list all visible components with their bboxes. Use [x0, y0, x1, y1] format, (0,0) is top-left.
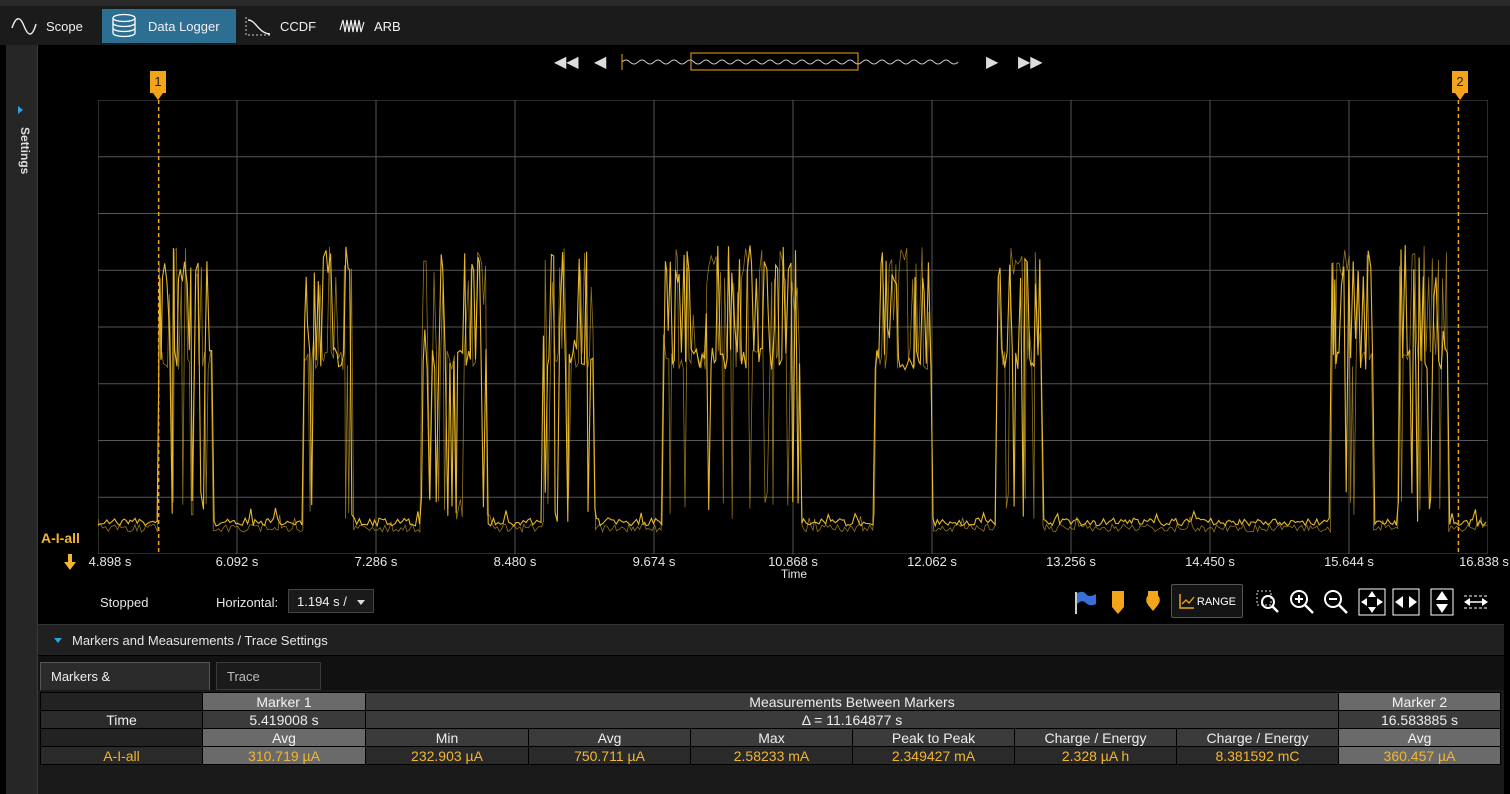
- delta-time: Δ = 11.164877 s: [365, 710, 1339, 729]
- tab-label: CCDF: [280, 18, 317, 34]
- marker1-time: 5.419008 s: [202, 710, 366, 729]
- tab-ccdf[interactable]: CCDF: [244, 9, 324, 43]
- col-header: Max: [690, 728, 853, 747]
- step-back-icon[interactable]: ◀: [594, 52, 606, 72]
- fit-vertical-icon[interactable]: [1428, 588, 1456, 616]
- col-header: Peak to Peak: [852, 728, 1015, 747]
- trace-name-label[interactable]: A-I-all: [41, 530, 80, 546]
- subtab-bar: Markers & Measurements Trace Settings: [38, 656, 1504, 712]
- time-row-label: Time: [40, 710, 203, 729]
- cell-value: 8.381592 mC: [1176, 746, 1339, 765]
- jump-end-icon[interactable]: ▶▶: [1018, 52, 1043, 72]
- zoom-out-icon[interactable]: [1322, 588, 1350, 616]
- step-forward-icon[interactable]: ▶: [986, 52, 998, 72]
- x-tick-label: 13.256 s: [1046, 554, 1096, 569]
- horizontal-scale-select[interactable]: 1.194 s /: [288, 589, 374, 613]
- x-tick-label: 9.674 s: [632, 554, 676, 569]
- cell-value: 232.903 µA: [365, 746, 529, 765]
- col-header: Avg: [1338, 728, 1501, 747]
- range-button[interactable]: RANGE: [1171, 584, 1243, 618]
- cell-value: 2.58233 mA: [690, 746, 853, 765]
- horizontal-label: Horizontal:: [216, 595, 279, 610]
- range-icon: [1179, 594, 1195, 609]
- x-tick-label: 12.062 s: [907, 554, 957, 569]
- marker-1-label: 1: [154, 74, 162, 89]
- cell-value: 310.719 µA: [202, 746, 366, 765]
- marker-icon[interactable]: [1104, 588, 1132, 616]
- range-label: RANGE: [1196, 596, 1236, 608]
- x-tick-label: 16.838 s: [1459, 554, 1509, 569]
- tab-markers-measurements[interactable]: Markers & Measurements: [40, 662, 210, 712]
- col-header: Charge / Energy: [1014, 728, 1177, 747]
- collapse-arrow-icon[interactable]: [54, 638, 62, 643]
- tab-trace-settings[interactable]: Trace Settings: [216, 662, 321, 712]
- table-header-row: Marker 1 Measurements Between Markers Ma…: [40, 692, 1501, 711]
- marker-2-flag[interactable]: 2: [1452, 71, 1468, 100]
- jump-start-icon[interactable]: ◀◀: [554, 52, 579, 72]
- markers-section-header[interactable]: Markers and Measurements / Trace Setting…: [38, 624, 1504, 655]
- auto-marker-icon[interactable]: [1138, 588, 1166, 616]
- cell-value: 750.711 µA: [528, 746, 691, 765]
- waveform-plot[interactable]: [98, 100, 1488, 554]
- table-col-header-row: Avg Min Avg Max Peak to Peak Charge / En…: [40, 728, 1501, 747]
- measurements-table: Marker 1 Measurements Between Markers Ma…: [40, 692, 1501, 765]
- arb-waveform-icon: [339, 19, 365, 33]
- fit-all-icon[interactable]: [1358, 588, 1386, 616]
- ccdf-curve-icon: [245, 17, 271, 36]
- marker-1-flag[interactable]: 1: [150, 71, 166, 100]
- col-header: Avg: [528, 728, 691, 747]
- zoom-in-icon[interactable]: [1288, 588, 1316, 616]
- settings-sidebar[interactable]: Settings: [6, 45, 38, 794]
- tab-arb[interactable]: ARB: [338, 9, 408, 43]
- between-markers-header: Measurements Between Markers: [365, 692, 1339, 711]
- horizontal-scale-value: 1.194 s /: [297, 594, 347, 609]
- marker2-header: Marker 2: [1338, 692, 1501, 711]
- cell-value: 2.349427 mA: [852, 746, 1015, 765]
- trace-offset-arrow-icon[interactable]: [64, 554, 76, 570]
- marker-2-label: 2: [1456, 74, 1464, 89]
- row-trace-label: A-I-all: [40, 746, 203, 765]
- zoom-box-icon[interactable]: [1254, 588, 1282, 616]
- fit-horizontal-icon[interactable]: [1392, 588, 1420, 616]
- cell-value: 360.457 µA: [1338, 746, 1501, 765]
- run-status: Stopped: [100, 595, 149, 610]
- plot-toolbar: Stopped Horizontal: 1.194 s / RANGE: [38, 583, 1504, 625]
- tab-label: Data Logger: [148, 18, 220, 34]
- overview-strip[interactable]: [620, 50, 965, 74]
- section-title: Markers and Measurements / Trace Setting…: [72, 633, 328, 648]
- x-tick-label: 15.644 s: [1324, 554, 1374, 569]
- flag-icon[interactable]: [1070, 588, 1098, 616]
- tab-label: Scope: [46, 18, 83, 34]
- table-blank: [40, 728, 203, 747]
- tab-scope[interactable]: Scope: [10, 9, 90, 43]
- x-tick-label: 8.480 s: [493, 554, 537, 569]
- cell-value: 2.328 µA h: [1014, 746, 1177, 765]
- scroll-horizontal-icon[interactable]: [1462, 588, 1490, 616]
- expand-arrow-icon[interactable]: [18, 106, 23, 114]
- col-header: Charge / Energy: [1176, 728, 1339, 747]
- database-icon: [112, 13, 136, 38]
- table-row[interactable]: A-I-all 310.719 µA 232.903 µA 750.711 µA…: [40, 746, 1501, 765]
- tab-data-logger[interactable]: Data Logger: [102, 9, 236, 43]
- x-axis-label: Time: [780, 567, 808, 581]
- table-time-row: Time 5.419008 s Δ = 11.164877 s 16.58388…: [40, 710, 1501, 729]
- x-tick-label: 14.450 s: [1185, 554, 1235, 569]
- col-header: Min: [365, 728, 529, 747]
- time-navigator: ◀◀ ◀ ▶ ▶▶: [550, 50, 1043, 74]
- table-corner: [40, 692, 203, 711]
- marker2-time: 16.583885 s: [1338, 710, 1501, 729]
- settings-label: Settings: [18, 127, 32, 175]
- mode-tab-bar: Scope Data Logger CCDF ARB: [0, 0, 1510, 45]
- marker1-header: Marker 1: [202, 692, 366, 711]
- x-tick-label: 7.286 s: [354, 554, 398, 569]
- x-tick-label: 4.898 s: [88, 554, 132, 569]
- sine-wave-icon: [11, 18, 37, 35]
- tab-label: ARB: [374, 18, 401, 34]
- measurements-panel: Marker 1 Measurements Between Markers Ma…: [38, 690, 1504, 794]
- col-header: Avg: [202, 728, 366, 747]
- x-tick-label: 6.092 s: [215, 554, 259, 569]
